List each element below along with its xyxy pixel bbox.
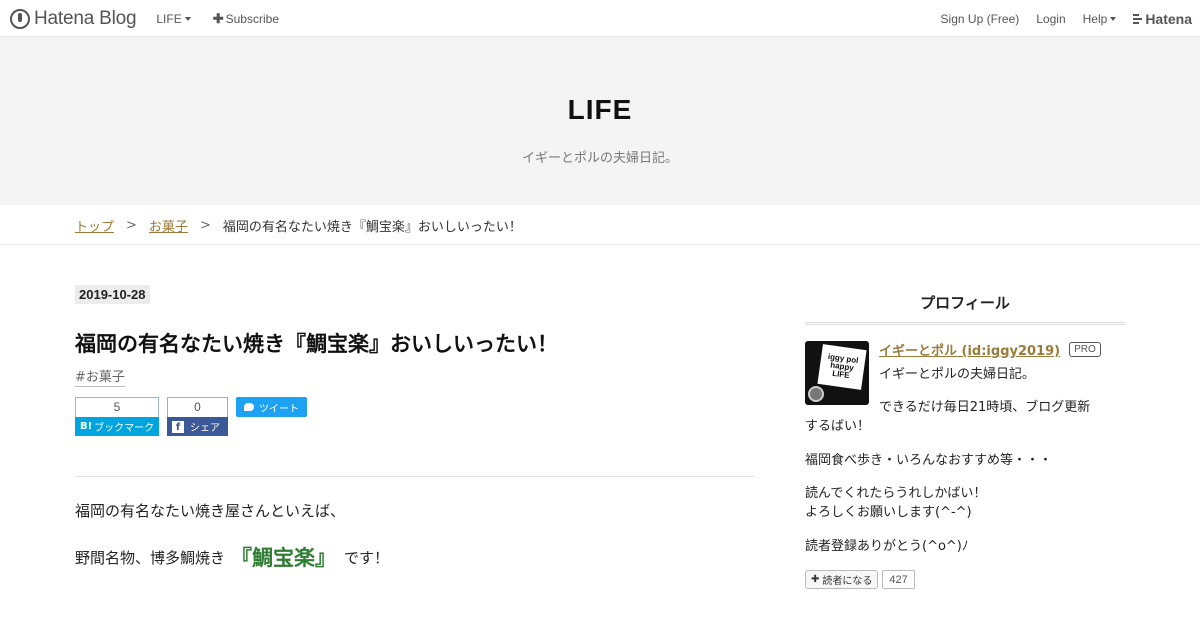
signup-link[interactable]: Sign Up (Free) <box>941 12 1020 26</box>
hatena-logo-icon <box>1133 13 1143 25</box>
avatar-logo: iggy pol happy LIFE <box>817 344 867 390</box>
profile-bio: 福岡食べ歩き・いろんなおすすめ等・・・ <box>805 453 1053 468</box>
facebook-share[interactable]: 0 f シェア <box>167 397 228 436</box>
subscribe-button[interactable]: ✚ Subscribe <box>213 11 279 27</box>
facebook-share-count[interactable]: 0 <box>167 397 228 417</box>
profile-name-link[interactable]: イギーとポル (id:iggy2019) <box>879 340 1060 359</box>
entry-category-tag[interactable]: #お菓子 <box>75 369 125 387</box>
profile-bio: 読んでくれたらうれしかばい！ <box>805 486 987 501</box>
breadcrumb-separator: > <box>126 218 137 233</box>
profile-name-row: イギーとポル (id:iggy2019) PRO <box>879 340 1101 359</box>
blog-header: LIFE イギーとポルの夫婦日記。 <box>0 37 1200 205</box>
breadcrumb-top-link[interactable]: トップ <box>75 216 114 235</box>
blog-title[interactable]: LIFE <box>0 94 1200 126</box>
breadcrumb-category-link[interactable]: お菓子 <box>149 216 188 235</box>
help-dropdown[interactable]: Help <box>1083 12 1117 26</box>
tweet-button[interactable]: ツイート <box>236 397 307 417</box>
share-buttons: 5 B! ブックマーク 0 f シェア ツイート <box>75 397 307 436</box>
profile-bio: 読者登録ありがとう(^o^)ﾉ <box>805 539 969 554</box>
breadcrumb-current: 福岡の有名なたい焼き『鯛宝楽』おいしいったい！ <box>222 220 522 235</box>
global-header-right: Sign Up (Free) Login Help Hatena <box>924 0 1192 37</box>
twitter-bird-icon <box>244 403 254 411</box>
shop-name-highlight: 『鯛宝楽』 <box>231 546 337 570</box>
sidebar-profile-heading: プロフィール <box>920 294 1010 312</box>
paragraph-text: です！ <box>344 548 390 567</box>
breadcrumb: トップ > お菓子 > 福岡の有名なたい焼き『鯛宝楽』おいしいったい！ <box>75 216 522 235</box>
hatena-blog-logo-icon <box>10 8 30 29</box>
hatena-label: Hatena <box>1145 10 1192 27</box>
hatena-blog-logo[interactable]: Hatena Blog <box>10 7 137 30</box>
hatena-bookmark-icon: B! <box>80 421 93 432</box>
reader-count[interactable]: 427 <box>882 570 915 589</box>
blog-menu-label: LIFE <box>156 11 182 26</box>
global-header-left: Hatena Blog LIFE ✚ Subscribe <box>10 0 301 37</box>
global-header: Hatena Blog LIFE ✚ Subscribe Sign Up (Fr… <box>0 0 1200 37</box>
plus-icon: ✚ <box>811 574 820 585</box>
paragraph-text: 野間名物、博多鯛焼き <box>75 548 226 567</box>
caret-down-icon <box>1110 16 1117 21</box>
avatar-badge-icon <box>808 386 824 402</box>
hatena-bookmark-button[interactable]: B! ブックマーク <box>75 417 159 436</box>
hatena-bookmark-label: ブックマーク <box>94 423 155 434</box>
facebook-share-label: シェア <box>190 423 220 434</box>
caret-down-icon <box>184 16 191 21</box>
subscribe-reader-row: ✚ 読者になる 427 <box>805 570 915 589</box>
logo-text: Hatena Blog <box>34 7 137 29</box>
blog-menu-dropdown[interactable]: LIFE <box>156 11 191 26</box>
entry-paragraph: 野間名物、博多鯛焼き 『鯛宝楽』 です！ <box>75 542 389 572</box>
plus-icon: ✚ <box>212 10 224 26</box>
login-link[interactable]: Login <box>1036 12 1065 26</box>
sidebar-heading-underline <box>805 322 1125 325</box>
help-label: Help <box>1082 11 1108 26</box>
profile-bio: するばい！ <box>805 419 871 434</box>
pro-badge[interactable]: PRO <box>1069 342 1101 357</box>
entry-date[interactable]: 2019-10-28 <box>75 285 150 304</box>
breadcrumb-divider <box>0 244 1200 245</box>
profile-bio: イギーとポルの夫婦日記。 <box>879 367 1036 382</box>
hatena-bookmark-share[interactable]: 5 B! ブックマーク <box>75 397 159 436</box>
facebook-share-button[interactable]: f シェア <box>167 417 228 436</box>
entry-divider <box>75 476 755 477</box>
become-reader-label: 読者になる <box>822 576 873 587</box>
entry-title[interactable]: 福岡の有名なたい焼き『鯛宝楽』おいしいったい！ <box>75 328 558 358</box>
profile-bio: よろしくお願いします(^-^) <box>805 505 972 520</box>
subscribe-label: Subscribe <box>225 11 279 26</box>
breadcrumb-separator: > <box>199 218 211 233</box>
entry-paragraph: 福岡の有名なたい焼き屋さんといえば、 <box>75 502 346 520</box>
profile-avatar[interactable]: iggy pol happy LIFE <box>805 341 869 405</box>
tweet-label: ツイート <box>259 403 299 415</box>
facebook-icon: f <box>172 420 184 433</box>
profile-bio: できるだけ毎日21時頃、ブログ更新 <box>879 400 1091 415</box>
blog-description: イギーとポルの夫婦日記。 <box>521 151 678 166</box>
hatena-bookmark-count[interactable]: 5 <box>75 397 159 417</box>
hatena-link[interactable]: Hatena <box>1133 11 1192 27</box>
become-reader-button[interactable]: ✚ 読者になる <box>805 570 879 589</box>
